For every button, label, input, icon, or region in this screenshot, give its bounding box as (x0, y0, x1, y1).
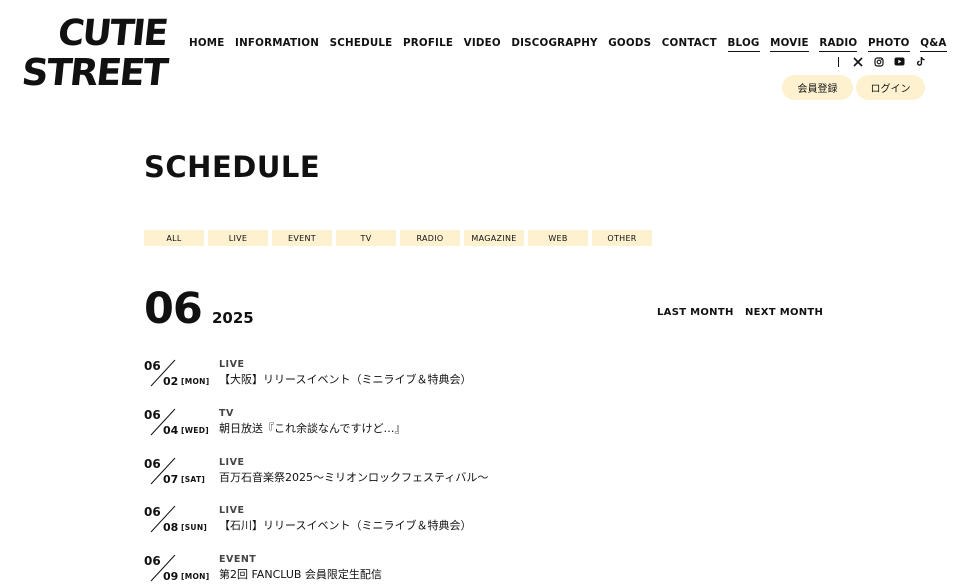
category-filters: ALL LIVE EVENT TV RADIO MAGAZINE WEB OTH… (144, 230, 652, 246)
nav-blog[interactable]: BLOG (727, 37, 760, 52)
event-weekday: [MON] (181, 377, 210, 386)
event-title[interactable]: 第2回 FANCLUB 会員限定生配信 (219, 566, 382, 582)
event-weekday: [SAT] (181, 475, 206, 484)
nav-schedule[interactable]: SCHEDULE (330, 37, 393, 52)
event-weekday: [MON] (181, 572, 210, 581)
nav-profile[interactable]: PROFILE (403, 37, 453, 52)
event-day: 04 (163, 424, 179, 437)
event-category: LIVE (219, 457, 245, 468)
filter-all[interactable]: ALL (144, 230, 204, 246)
filter-magazine[interactable]: MAGAZINE (464, 230, 524, 246)
youtube-icon[interactable] (893, 55, 906, 68)
nav-discography[interactable]: DISCOGRAPHY (511, 37, 597, 52)
nav-contact[interactable]: CONTACT (662, 37, 717, 52)
nav-qa[interactable]: Q&A (920, 37, 947, 52)
current-year: 2025 (212, 309, 254, 327)
current-month: 06 (144, 284, 203, 334)
nav-photo[interactable]: PHOTO (867, 37, 910, 52)
event-weekday: [WED] (181, 426, 209, 435)
page-title: SCHEDULE (144, 150, 321, 184)
main-nav: HOME INFORMATION SCHEDULE PROFILE VIDEO … (189, 37, 947, 52)
member-register-button[interactable]: 会員登録 (782, 75, 853, 100)
filter-live[interactable]: LIVE (208, 230, 268, 246)
logo-line-1: CUTIE (55, 13, 169, 54)
instagram-icon[interactable] (872, 55, 885, 68)
nav-radio[interactable]: RADIO (819, 37, 858, 52)
event-title[interactable]: 百万石音楽祭2025〜ミリオンロックフェスティバル〜 (219, 469, 488, 485)
event-category: TV (219, 408, 234, 419)
event-day: 08 (163, 521, 179, 534)
event-weekday: [SUN] (181, 523, 208, 532)
schedule-item[interactable]: 06 08 [SUN] LIVE 【石川】リリースイベント（ミニライブ＆特典会） (144, 505, 844, 545)
filter-web[interactable]: WEB (528, 230, 588, 246)
event-category: EVENT (219, 554, 257, 565)
schedule-item[interactable]: 06 04 [WED] TV 朝日放送『これ余談なんですけど…』 (144, 408, 844, 448)
nav-information[interactable]: INFORMATION (235, 37, 319, 52)
event-title[interactable]: 朝日放送『これ余談なんですけど…』 (219, 420, 405, 436)
social-divider (838, 56, 839, 67)
last-month-link[interactable]: LAST MONTH (657, 307, 734, 318)
event-category: LIVE (219, 359, 245, 370)
nav-video[interactable]: VIDEO (464, 37, 501, 52)
social-links (838, 55, 927, 68)
logo-line-2: STREET (19, 51, 169, 94)
site-logo[interactable]: CUTIE STREET (19, 13, 188, 100)
event-category: LIVE (219, 505, 245, 516)
event-day: 02 (163, 375, 179, 388)
next-month-link[interactable]: NEXT MONTH (745, 307, 823, 318)
schedule-item[interactable]: 06 07 [SAT] LIVE 百万石音楽祭2025〜ミリオンロックフェスティ… (144, 457, 844, 497)
schedule-item[interactable]: 06 09 [MON] EVENT 第2回 FANCLUB 会員限定生配信 (144, 554, 844, 584)
filter-tv[interactable]: TV (336, 230, 396, 246)
x-icon[interactable] (851, 55, 864, 68)
nav-goods[interactable]: GOODS (608, 37, 651, 52)
nav-home[interactable]: HOME (189, 37, 224, 52)
tiktok-icon[interactable] (914, 55, 927, 68)
nav-movie[interactable]: MOVIE (770, 37, 809, 52)
filter-event[interactable]: EVENT (272, 230, 332, 246)
filter-radio[interactable]: RADIO (400, 230, 460, 246)
filter-other[interactable]: OTHER (592, 230, 652, 246)
schedule-item[interactable]: 06 02 [MON] LIVE 【大阪】リリースイベント（ミニライブ＆特典会） (144, 359, 844, 399)
event-day: 07 (163, 473, 179, 486)
event-title[interactable]: 【石川】リリースイベント（ミニライブ＆特典会） (219, 517, 471, 533)
event-day: 09 (163, 570, 179, 583)
login-button[interactable]: ログイン (856, 75, 925, 100)
event-title[interactable]: 【大阪】リリースイベント（ミニライブ＆特典会） (219, 371, 471, 387)
